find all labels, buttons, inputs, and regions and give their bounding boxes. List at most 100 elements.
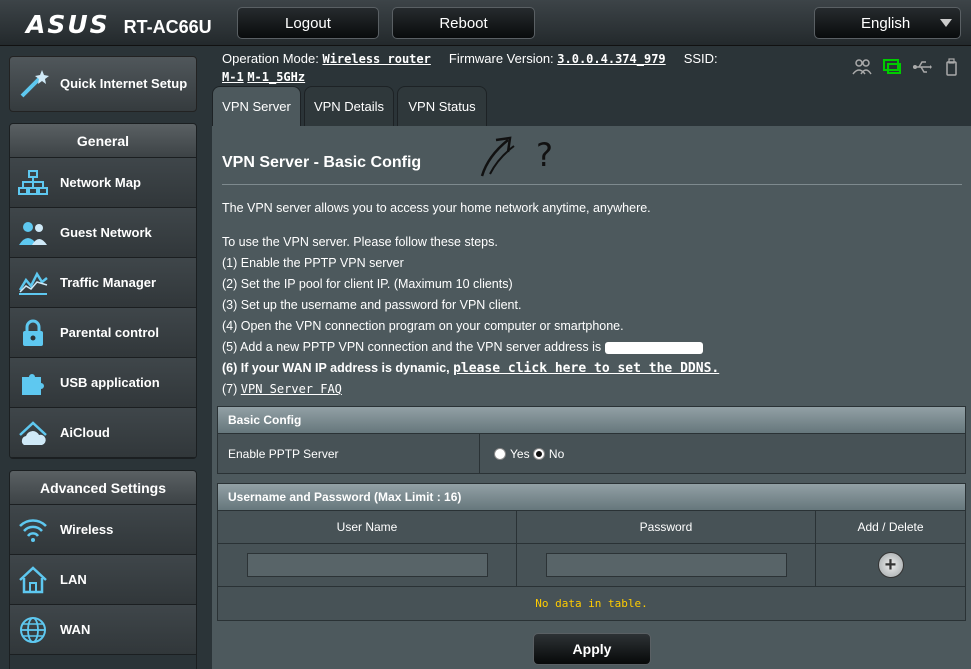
step-5: (5) Add a new PPTP VPN connection and th… <box>222 340 602 354</box>
advanced-settings-header: Advanced Settings <box>10 471 196 505</box>
usb-icon[interactable] <box>912 58 932 76</box>
tab-vpn-server[interactable]: VPN Server <box>212 86 301 126</box>
sidebar-item-label: Traffic Manager <box>60 275 157 290</box>
general-menu: General Network Map Guest Network Traffi… <box>9 123 197 459</box>
sidebar-item-label: LAN <box>60 572 87 587</box>
status-info-line: Operation Mode: Wireless router Firmware… <box>222 50 822 86</box>
enable-pptp-label: Enable PPTP Server <box>218 434 480 473</box>
steps-intro: To use the VPN server. Please follow the… <box>222 235 498 249</box>
firmware-link[interactable]: 3.0.0.4.374_979 <box>557 52 665 66</box>
sidebar-item-label: WAN <box>60 622 91 637</box>
step-7-row: (7) VPN Server FAQ <box>222 379 719 400</box>
pptp-no-radio[interactable] <box>532 447 545 460</box>
step-1: (1) Enable the PPTP VPN server <box>222 256 404 270</box>
password-input[interactable] <box>545 553 787 577</box>
asus-logo: ASUS <box>26 10 110 39</box>
enable-pptp-row: Enable PPTP Server Yes No <box>218 434 965 473</box>
accounts-header: Username and Password (Max Limit : 16) <box>218 484 965 511</box>
sidebar-item-label: Guest Network <box>60 225 152 240</box>
accounts-column-headers: User Name Password Add / Delete <box>218 511 965 544</box>
wifi-icon <box>18 515 48 545</box>
status-icons <box>852 58 962 76</box>
sidebar-item-parental-control[interactable]: Parental control <box>10 308 196 358</box>
reboot-button[interactable]: Reboot <box>392 7 535 39</box>
cloud-icon <box>18 418 48 448</box>
sidebar-item-label: Parental control <box>60 325 159 340</box>
add-account-button[interactable]: + <box>877 552 904 578</box>
sidebar-item-label: Wireless <box>60 522 114 537</box>
pptp-yes-label: Yes <box>510 446 530 461</box>
step-7: (7) <box>222 382 238 396</box>
sidebar-item-wireless[interactable]: Wireless <box>10 505 196 555</box>
internet-status-icon[interactable] <box>882 58 902 76</box>
sidebar-item-aicloud[interactable]: AiCloud <box>10 408 196 458</box>
plus-icon: + <box>884 554 897 576</box>
tab-vpn-details[interactable]: VPN Details <box>304 86 394 126</box>
quick-internet-setup-label: Quick Internet Setup <box>60 76 188 91</box>
apply-button[interactable]: Apply <box>533 633 651 665</box>
title-divider <box>222 184 962 185</box>
general-menu-header: General <box>10 124 196 158</box>
sidebar-item-label: Network Map <box>60 175 141 190</box>
traffic-manager-icon <box>18 268 48 298</box>
sidebar-item-usb-application[interactable]: USB application <box>10 358 196 408</box>
redacted-server-address <box>604 341 703 354</box>
chevron-down-icon <box>940 19 952 27</box>
sidebar-item-lan[interactable]: LAN <box>10 555 196 605</box>
ssid-link-2g[interactable]: M-1 <box>222 70 244 84</box>
setup-steps: To use the VPN server. Please follow the… <box>222 232 719 400</box>
operation-mode-link[interactable]: Wireless router <box>322 52 430 66</box>
empty-table-message: No data in table. <box>218 586 965 620</box>
ssid-label: SSID: <box>683 51 718 66</box>
step-6: (6) If your WAN IP address is dynamic, <box>222 361 450 375</box>
top-bar: ASUS RT-AC66U Logout Reboot English <box>0 0 971 46</box>
advanced-settings-menu: Advanced Settings Wireless LAN WAN <box>9 470 197 669</box>
operation-mode-label: Operation Mode: <box>222 51 319 66</box>
guest-network-icon <box>18 218 48 248</box>
sidebar-item-label: AiCloud <box>60 425 110 440</box>
sidebar-item-network-map[interactable]: Network Map <box>10 158 196 208</box>
network-map-icon <box>18 168 48 198</box>
firmware-label: Firmware Version: <box>448 51 554 66</box>
col-add-delete: Add / Delete <box>857 520 924 534</box>
password-cell <box>517 544 816 586</box>
clients-icon[interactable] <box>852 58 872 76</box>
step-3: (3) Set up the username and password for… <box>222 298 522 312</box>
basic-config-table: Basic Config Enable PPTP Server Yes No <box>217 406 966 474</box>
col-password: Password <box>517 511 816 543</box>
language-value: English <box>861 14 911 32</box>
content-panel: VPN Server - Basic Config ? The VPN serv… <box>212 126 971 669</box>
scribble-question-mark: ? <box>536 136 553 174</box>
globe-icon <box>18 615 48 645</box>
language-select[interactable]: English <box>814 7 961 39</box>
ddns-link[interactable]: please click here to set the DDNS. <box>453 361 719 376</box>
ssid-link-5g[interactable]: M-1_5GHz <box>247 70 305 84</box>
accounts-input-row: + <box>218 544 965 586</box>
sidebar-item-wan[interactable]: WAN <box>10 605 196 655</box>
sidebar-item-guest-network[interactable]: Guest Network <box>10 208 196 258</box>
sidebar-item-label: USB application <box>60 375 160 390</box>
step-6-row: (6) If your WAN IP address is dynamic, p… <box>222 358 719 379</box>
username-cell <box>218 544 517 586</box>
brand: ASUS RT-AC66U <box>26 10 212 39</box>
add-cell: + <box>816 544 965 586</box>
step-2: (2) Set the IP pool for client IP. (Maxi… <box>222 277 513 291</box>
basic-config-header: Basic Config <box>218 407 965 434</box>
vpn-description: The VPN server allows you to access your… <box>222 201 651 215</box>
handwritten-annotation: ? <box>480 136 553 177</box>
home-icon <box>18 565 48 595</box>
sidebar-item-traffic-manager[interactable]: Traffic Manager <box>10 258 196 308</box>
lock-icon <box>18 318 48 348</box>
quick-internet-setup-button[interactable]: Quick Internet Setup <box>9 56 197 112</box>
step-5-row: (5) Add a new PPTP VPN connection and th… <box>222 337 719 358</box>
puzzle-icon <box>18 368 48 398</box>
vpn-faq-link[interactable]: VPN Server FAQ <box>241 382 342 396</box>
pptp-yes-radio[interactable] <box>494 447 506 460</box>
magic-wand-icon <box>20 70 49 98</box>
logout-button[interactable]: Logout <box>237 7 379 39</box>
step-4: (4) Open the VPN connection program on y… <box>222 319 624 333</box>
username-input[interactable] <box>246 553 488 577</box>
tab-vpn-status[interactable]: VPN Status <box>397 86 487 126</box>
enable-pptp-options: Yes No <box>480 434 965 473</box>
usb-device-icon[interactable] <box>942 58 962 76</box>
